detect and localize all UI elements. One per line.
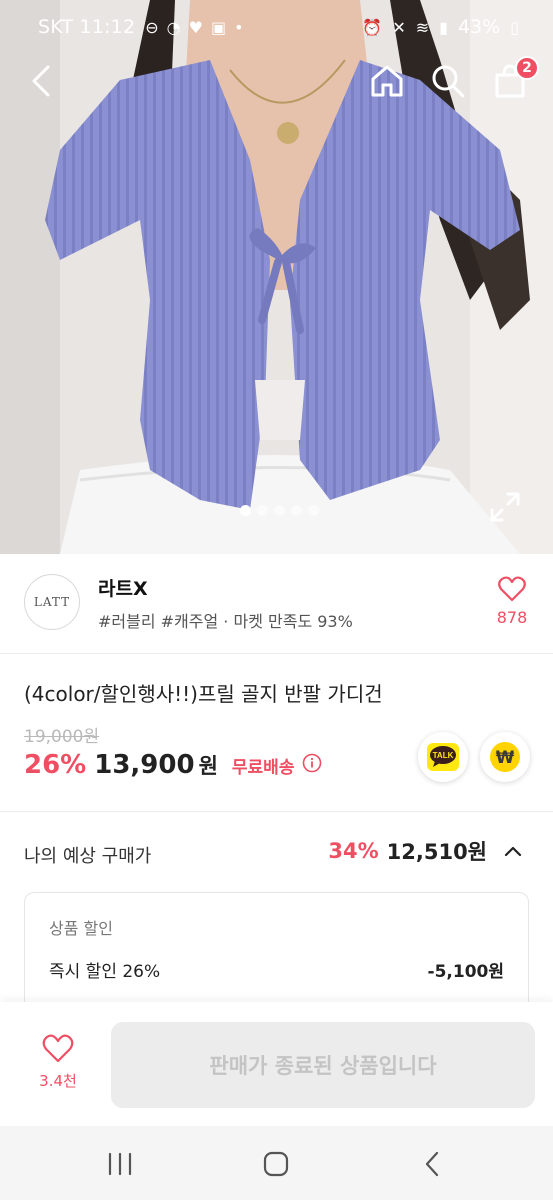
signal-icon: ▮ (439, 17, 448, 37)
back-arrow-icon (32, 65, 50, 97)
price-row: 26% 13,900 원 무료배송 (24, 750, 322, 780)
wishlist-count: 3.4천 (39, 1072, 77, 1090)
alarm-icon: ⏰ (362, 17, 383, 37)
system-home-button[interactable] (256, 1146, 296, 1182)
currency-unit: 원 (198, 754, 218, 778)
wifi-icon: ≋ (415, 17, 430, 37)
notification-icons: ⊖ ◔ ♥ ▣ • (145, 18, 243, 37)
chat-icon: ◔ (166, 17, 181, 37)
cart-count-badge: 2 (515, 56, 539, 80)
expected-price-label: 나의 예상 구매가 (24, 846, 152, 867)
heart-outline-icon (498, 576, 526, 602)
instant-discount-label: 즉시 할인 26% (49, 962, 161, 982)
kakao-talk-icon: TALK (427, 743, 459, 771)
store-like-count: 878 (496, 608, 528, 627)
back-button[interactable] (18, 58, 64, 104)
kakao-talk-button[interactable]: TALK (418, 732, 468, 782)
mute-icon: ✕ (392, 17, 406, 37)
info-icon[interactable] (302, 753, 322, 773)
gallery-pagination (240, 505, 319, 516)
store-tags: #러블리 #캐주얼 · 마켓 만족도 93% (98, 612, 353, 631)
calendar-icon: ▣ (210, 17, 227, 37)
search-button[interactable] (425, 58, 471, 104)
soldout-button[interactable]: 판매가 종료된 상품입니다 (111, 1022, 535, 1108)
battery-icon: ▯ (510, 17, 519, 37)
top-navigation: 2 (0, 54, 553, 108)
expected-rate: 34% (328, 839, 379, 863)
system-icons: ⏰ ✕ ≋ ▮ 43% ▯ (362, 16, 519, 38)
bottom-action-bar: 3.4천 판매가 종료된 상품입니다 (0, 1002, 553, 1126)
instant-discount-amount: -5,100원 (427, 962, 504, 982)
home-icon (371, 65, 403, 97)
pay-coupon-button[interactable]: ₩ (480, 732, 530, 782)
product-image-gallery[interactable]: SKT 11:12 ⊖ ◔ ♥ ▣ • ⏰ ✕ ≋ ▮ 43% ▯ 2 (0, 0, 553, 554)
won-coin-icon: ₩ (490, 742, 520, 772)
status-bar: SKT 11:12 ⊖ ◔ ♥ ▣ • ⏰ ✕ ≋ ▮ 43% ▯ (0, 0, 553, 54)
gallery-dot[interactable] (240, 505, 251, 516)
gallery-dot[interactable] (274, 505, 285, 516)
expected-price-section: 나의 예상 구매가 34% 12,510원 상품 할인 즉시 할인 26% -5… (0, 812, 553, 1022)
store-name[interactable]: 라트X (98, 574, 148, 601)
system-navigation-bar (0, 1126, 553, 1200)
dnd-icon: ⊖ (145, 17, 159, 37)
expected-price: 12,510원 (386, 840, 487, 864)
chevron-up-icon (504, 846, 522, 857)
sale-price: 13,900 (94, 750, 195, 780)
recents-icon (108, 1152, 132, 1176)
store-like-button[interactable]: 878 (490, 576, 534, 627)
free-shipping-label: 무료배송 (231, 758, 295, 778)
expected-price-toggle[interactable]: 34% 12,510원 (328, 836, 525, 866)
search-icon (432, 65, 465, 98)
svg-text:₩: ₩ (496, 748, 515, 768)
battery-percent: 43% (457, 16, 501, 38)
heart-notification-icon: ♥ (188, 17, 203, 37)
status-carrier-time: SKT 11:12 (38, 16, 136, 38)
store-logo[interactable]: LATT (24, 574, 80, 630)
home-square-icon (263, 1151, 289, 1177)
recent-apps-button[interactable] (100, 1146, 140, 1182)
product-info: (4color/할인행사!!)프릴 골지 반팔 가디건 19,000원 26% … (0, 654, 553, 812)
gallery-dot[interactable] (291, 505, 302, 516)
store-row[interactable]: LATT 라트X #러블리 #캐주얼 · 마켓 만족도 93% 878 (0, 554, 553, 654)
original-price: 19,000원 (24, 727, 100, 747)
system-back-button[interactable] (412, 1146, 452, 1182)
heart-outline-icon (42, 1034, 74, 1063)
discount-rate: 26% (24, 750, 87, 780)
back-chevron-icon (425, 1151, 439, 1177)
wishlist-button[interactable]: 3.4천 (28, 1034, 88, 1091)
product-title: (4color/할인행사!!)프릴 골지 반팔 가디건 (24, 682, 383, 706)
cart-button[interactable]: 2 (487, 56, 539, 104)
more-dot-icon: • (234, 17, 244, 37)
gallery-dot[interactable] (257, 505, 268, 516)
home-button[interactable] (364, 58, 410, 104)
fullscreen-expand-icon[interactable] (488, 490, 522, 524)
discount-section-title: 상품 할인 (49, 919, 113, 938)
svg-text:TALK: TALK (433, 751, 454, 760)
gallery-dot[interactable] (308, 505, 319, 516)
